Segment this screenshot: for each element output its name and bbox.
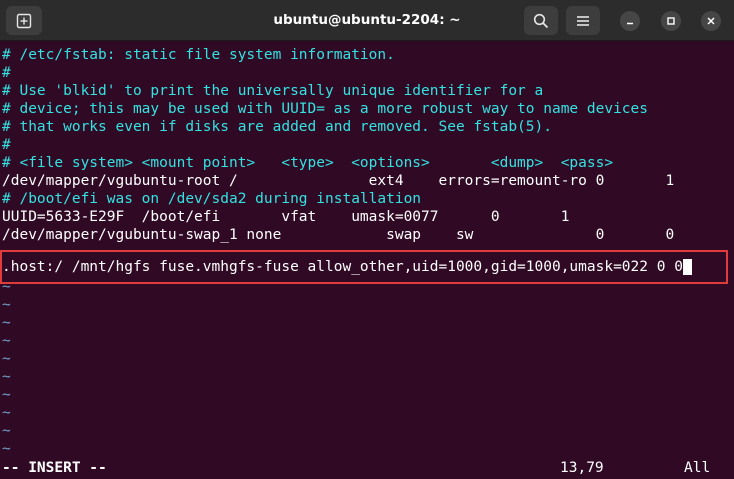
- vim-mode-indicator: -- INSERT --: [2, 460, 107, 476]
- fstab-line: # /boot/efi was on /dev/sda2 during inst…: [2, 191, 422, 207]
- cursor-position: 13,79: [560, 460, 604, 476]
- empty-line-marker: ~: [2, 441, 11, 457]
- fstab-line: # <file system> <mount point> <type> <op…: [2, 155, 614, 171]
- fstab-line: # device; this may be used with UUID= as…: [2, 101, 649, 117]
- empty-line-marker: ~: [2, 351, 11, 367]
- terminal-area[interactable]: # /etc/fstab: static file system informa…: [0, 45, 734, 479]
- search-button[interactable]: [524, 6, 558, 35]
- search-icon: [533, 13, 549, 28]
- empty-line-marker: ~: [2, 423, 11, 439]
- fstab-line: #: [2, 65, 11, 81]
- new-tab-icon: [16, 13, 32, 28]
- fstab-line: UUID=5633-E29F /boot/efi vfat umask=0077…: [2, 209, 570, 225]
- text-cursor: [682, 259, 692, 275]
- empty-line-marker: ~: [2, 297, 11, 313]
- new-entry-text: .host:/ /mnt/hgfs fuse.vmhgfs-fuse allow…: [2, 259, 683, 275]
- minimize-button[interactable]: [620, 11, 640, 31]
- fstab-line: # that works even if disks are added and…: [2, 119, 552, 135]
- empty-line-marker: ~: [2, 333, 11, 349]
- fstab-line: # /etc/fstab: static file system informa…: [2, 47, 395, 63]
- minimize-icon: [627, 22, 633, 25]
- fstab-line: # Use 'blkid' to print the universally u…: [2, 83, 544, 99]
- window-title: ubuntu@ubuntu-2204: ~: [273, 12, 461, 28]
- hamburger-menu-icon: [577, 15, 589, 26]
- fstab-line: #: [2, 137, 11, 153]
- close-button[interactable]: [701, 11, 721, 31]
- new-tab-button[interactable]: [6, 6, 42, 35]
- empty-line-marker: ~: [2, 387, 11, 403]
- close-icon: [707, 17, 715, 25]
- maximize-button[interactable]: [661, 11, 681, 31]
- empty-line-marker: ~: [2, 315, 11, 331]
- maximize-icon: [667, 17, 675, 25]
- scroll-position: All: [684, 460, 711, 476]
- empty-line-marker: ~: [2, 369, 11, 385]
- empty-line-marker: ~: [2, 279, 11, 295]
- new-fstab-entry[interactable]: .host:/ /mnt/hgfs fuse.vmhgfs-fuse allow…: [2, 258, 692, 276]
- fstab-line: /dev/mapper/vgubuntu-root / ext4 errors=…: [2, 173, 675, 189]
- fstab-line: /dev/mapper/vgubuntu-swap_1 none swap sw…: [2, 227, 675, 243]
- menu-button[interactable]: [566, 6, 600, 35]
- empty-line-marker: ~: [2, 405, 11, 421]
- title-bar: ubuntu@ubuntu-2204: ~: [0, 0, 734, 41]
